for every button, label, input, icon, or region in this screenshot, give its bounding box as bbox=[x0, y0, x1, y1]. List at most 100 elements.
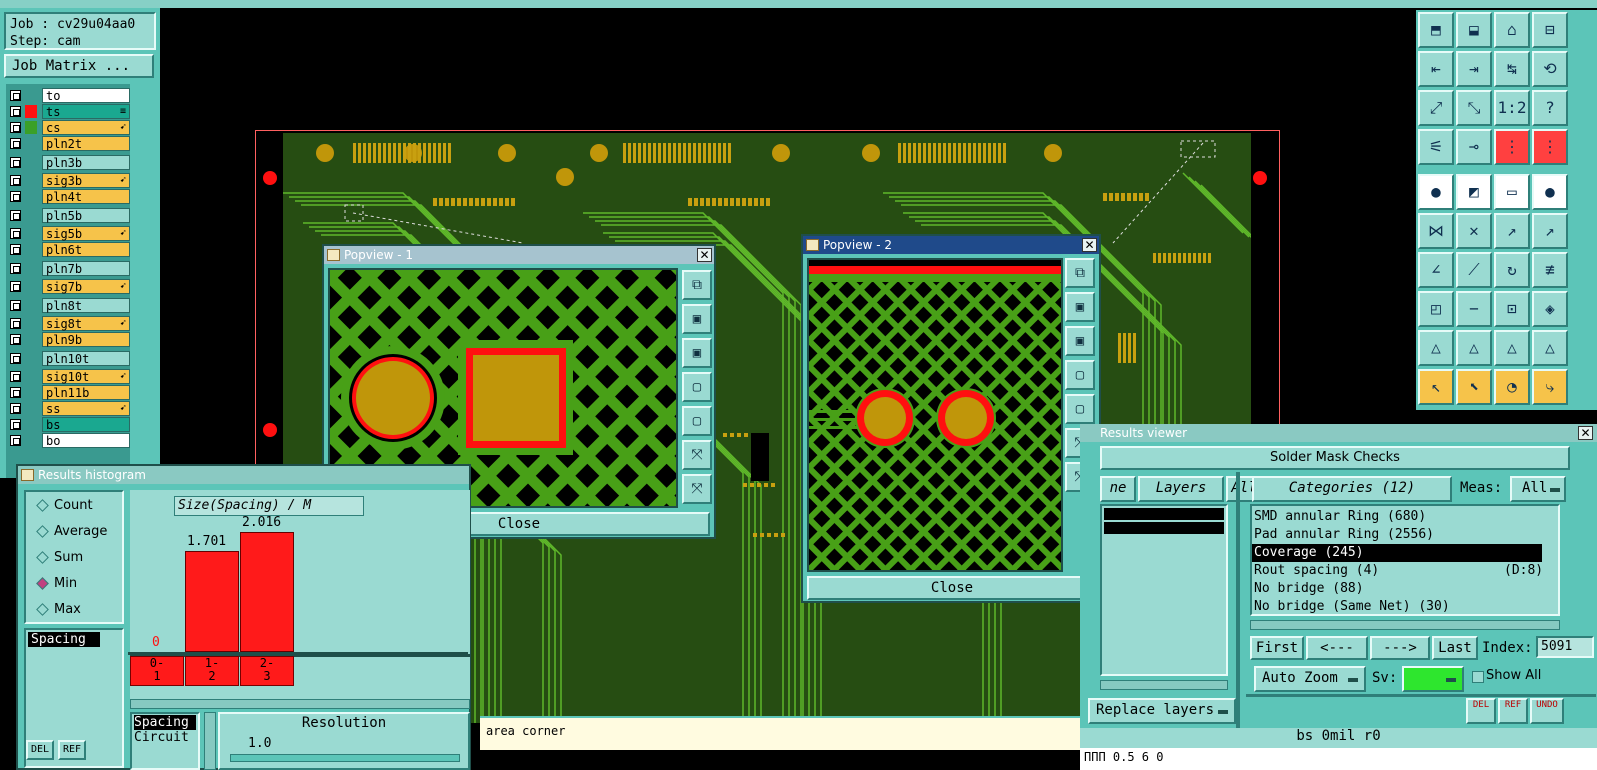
layer-checkbox[interactable] bbox=[10, 157, 21, 168]
layer-checkbox[interactable] bbox=[10, 353, 21, 364]
layer-name[interactable]: pln5b bbox=[42, 208, 130, 223]
ruler-icon[interactable]: ▭ bbox=[1494, 174, 1530, 210]
mode-radio-max[interactable]: Max bbox=[34, 600, 81, 620]
layer-checkbox[interactable] bbox=[10, 419, 21, 430]
index-input[interactable]: 5091 bbox=[1536, 636, 1594, 658]
scrollbar[interactable] bbox=[1100, 680, 1228, 690]
popview-1-titlebar[interactable]: Popview - 1 ✕ bbox=[324, 246, 714, 264]
histogram-titlebar[interactable]: Results histogram bbox=[18, 466, 469, 484]
results-viewer-titlebar[interactable]: Results viewer ✕ bbox=[1080, 424, 1597, 442]
job-matrix-button[interactable]: Job Matrix ... bbox=[4, 54, 154, 78]
histogram-bin-label[interactable]: 0- 1 bbox=[130, 656, 184, 686]
view-control-icon[interactable]: ⧉ bbox=[682, 270, 712, 300]
connect-icon[interactable]: ⋈ bbox=[1418, 213, 1454, 249]
layer-checkbox[interactable] bbox=[10, 175, 21, 186]
layer-row-sig10t[interactable]: sig10t ➹ bbox=[6, 369, 130, 384]
angle-icon[interactable]: ∠ bbox=[1418, 252, 1454, 288]
category-item[interactable]: Rout spacing (4) (D:8) bbox=[1252, 562, 1543, 580]
meas-select[interactable]: All bbox=[1510, 476, 1566, 502]
window-icon[interactable]: ⊟ bbox=[1532, 12, 1568, 48]
popview-2-titlebar[interactable]: Popview - 2 ✕ bbox=[803, 236, 1099, 254]
histogram-bottom-list[interactable]: Spacing Circuit bbox=[130, 712, 200, 770]
replace-layers-button[interactable]: Replace layers bbox=[1088, 698, 1236, 724]
undo-button[interactable]: UNDO bbox=[1530, 698, 1564, 724]
measure-icon[interactable]: ⚟ bbox=[1418, 129, 1454, 165]
layer-row-sig5b[interactable]: sig5b ➹ bbox=[6, 226, 130, 241]
delete-icon[interactable]: ✕ bbox=[1456, 213, 1492, 249]
histogram-bar[interactable] bbox=[185, 551, 239, 652]
layer-checkbox[interactable] bbox=[10, 263, 21, 274]
zoom-area-icon[interactable]: ⤡ bbox=[1456, 90, 1492, 126]
layer-row-bo[interactable]: bo bbox=[6, 433, 130, 448]
layer-name[interactable]: cs ➹ bbox=[42, 120, 130, 135]
layer-name[interactable]: bs bbox=[42, 417, 130, 432]
layer-row-pln10t[interactable]: pln10t bbox=[6, 351, 130, 366]
list-item[interactable]: Spacing bbox=[28, 632, 100, 647]
layer-checkbox[interactable] bbox=[10, 300, 21, 311]
triangle-up-icon[interactable]: △ bbox=[1456, 330, 1492, 366]
layer-checkbox[interactable] bbox=[10, 228, 21, 239]
sv-color-select[interactable] bbox=[1402, 666, 1464, 692]
scrollbar[interactable] bbox=[1250, 620, 1560, 630]
pan-left-icon[interactable]: ⇤ bbox=[1418, 51, 1454, 87]
view-control-icon[interactable]: ▢ bbox=[1065, 360, 1095, 390]
net-icon[interactable]: ⋮ bbox=[1494, 129, 1530, 165]
view-control-icon[interactable]: ▣ bbox=[1065, 292, 1095, 322]
view-control-icon[interactable]: ▢ bbox=[682, 372, 712, 402]
view-control-icon[interactable]: ▣ bbox=[682, 304, 712, 334]
ref-button[interactable]: REF bbox=[1498, 698, 1528, 724]
mode-radio-average[interactable]: Average bbox=[34, 522, 107, 542]
layer-row-pln5b[interactable]: pln5b bbox=[6, 208, 130, 223]
slope-icon[interactable]: ⟋ bbox=[1456, 252, 1492, 288]
auto-zoom-button[interactable]: Auto Zoom bbox=[1254, 666, 1366, 692]
layer-row-sig8t[interactable]: sig8t ➹ bbox=[6, 316, 130, 331]
layer-name[interactable]: ss ➹ bbox=[42, 401, 130, 416]
net-highlight-icon[interactable]: ⋮ bbox=[1532, 129, 1568, 165]
category-item[interactable]: No bridge (88) bbox=[1252, 580, 1542, 598]
tab-partial[interactable]: ne bbox=[1100, 476, 1136, 502]
surface-icon[interactable]: ◩ bbox=[1456, 174, 1492, 210]
layer-checkbox[interactable] bbox=[10, 318, 21, 329]
corner-icon[interactable]: ◰ bbox=[1418, 291, 1454, 327]
dash-icon[interactable]: − bbox=[1456, 291, 1492, 327]
layer-name[interactable]: to bbox=[42, 88, 130, 103]
swap-icon[interactable]: ↹ bbox=[1494, 51, 1530, 87]
layer-row-ss[interactable]: ss ➹ bbox=[6, 401, 130, 416]
popview-2-close-button[interactable]: Close bbox=[807, 576, 1097, 600]
view-control-icon[interactable]: ⧉ bbox=[1065, 258, 1095, 288]
layer-checkbox[interactable] bbox=[10, 122, 21, 133]
view-control-icon[interactable]: ⤧ bbox=[682, 440, 712, 470]
list-item[interactable]: Spacing bbox=[134, 715, 196, 730]
arrow-icon[interactable]: ↗ bbox=[1532, 213, 1568, 249]
snap-icon[interactable]: ⊡ bbox=[1494, 291, 1530, 327]
histogram-bin-label[interactable]: 1- 2 bbox=[185, 656, 239, 686]
popview-2-view[interactable] bbox=[807, 258, 1063, 572]
layer-checkbox[interactable] bbox=[10, 281, 21, 292]
select-edit-icon[interactable]: ⬉ bbox=[1456, 369, 1492, 405]
redo-icon[interactable]: ⟲ bbox=[1532, 51, 1568, 87]
layer-name[interactable]: pln7b bbox=[42, 261, 130, 276]
layer-name[interactable]: sig3b ➹ bbox=[42, 173, 130, 188]
layer-checkbox[interactable] bbox=[10, 90, 21, 101]
line-icon[interactable]: ↗ bbox=[1494, 213, 1530, 249]
layer-row-ts[interactable]: ts ≡ bbox=[6, 104, 130, 119]
layer-row-pln3b[interactable]: pln3b bbox=[6, 155, 130, 170]
layer-row-pln7b[interactable]: pln7b bbox=[6, 261, 130, 276]
pan-right-icon[interactable]: ⇥ bbox=[1456, 51, 1492, 87]
last-button[interactable]: Last bbox=[1432, 636, 1478, 660]
layer-row-pln8t[interactable]: pln8t bbox=[6, 298, 130, 313]
resolution-slider[interactable] bbox=[230, 754, 460, 762]
parallel-icon[interactable]: ≢ bbox=[1532, 252, 1568, 288]
category-item[interactable]: Pad annular Ring (2556) bbox=[1252, 526, 1542, 544]
cluster-icon[interactable]: ◈ bbox=[1532, 291, 1568, 327]
layer-checkbox[interactable] bbox=[10, 435, 21, 446]
pad-icon[interactable]: ● bbox=[1418, 174, 1454, 210]
layer-checkbox[interactable] bbox=[10, 106, 21, 117]
category-item[interactable]: SMD annular Ring (680) bbox=[1252, 508, 1542, 526]
layer-name[interactable]: pln2t bbox=[42, 136, 130, 151]
histogram-bin-label[interactable]: 2- 3 bbox=[240, 656, 294, 686]
prev-button[interactable]: <--- bbox=[1306, 636, 1368, 660]
del-button[interactable]: DEL bbox=[26, 740, 54, 760]
first-button[interactable]: First bbox=[1250, 636, 1304, 660]
dot-icon[interactable]: ● bbox=[1532, 174, 1568, 210]
